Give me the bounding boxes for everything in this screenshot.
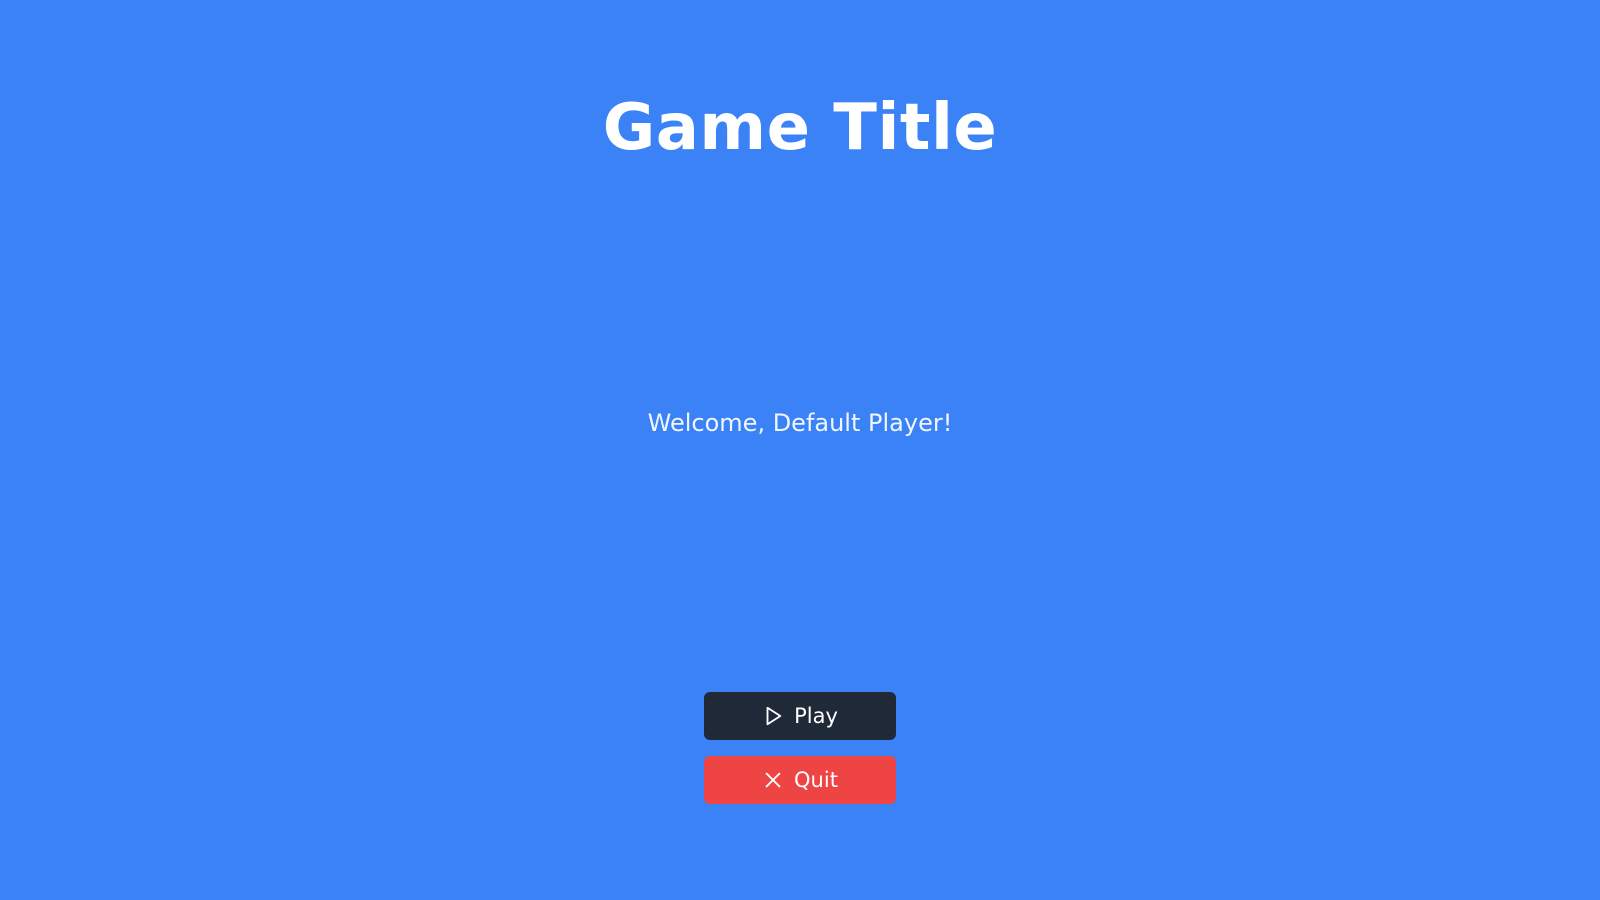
quit-button-label: Quit xyxy=(794,768,838,792)
quit-button[interactable]: Quit xyxy=(704,756,896,804)
play-button[interactable]: Play xyxy=(704,692,896,740)
close-icon xyxy=(762,769,784,791)
play-button-label: Play xyxy=(794,704,838,728)
main-menu: Play Quit xyxy=(704,692,896,804)
game-title: Game Title xyxy=(602,91,998,165)
welcome-message: Welcome, Default Player! xyxy=(647,409,953,437)
main-menu-screen: Game Title Welcome, Default Player! Play… xyxy=(0,0,1600,900)
play-icon xyxy=(762,705,784,727)
